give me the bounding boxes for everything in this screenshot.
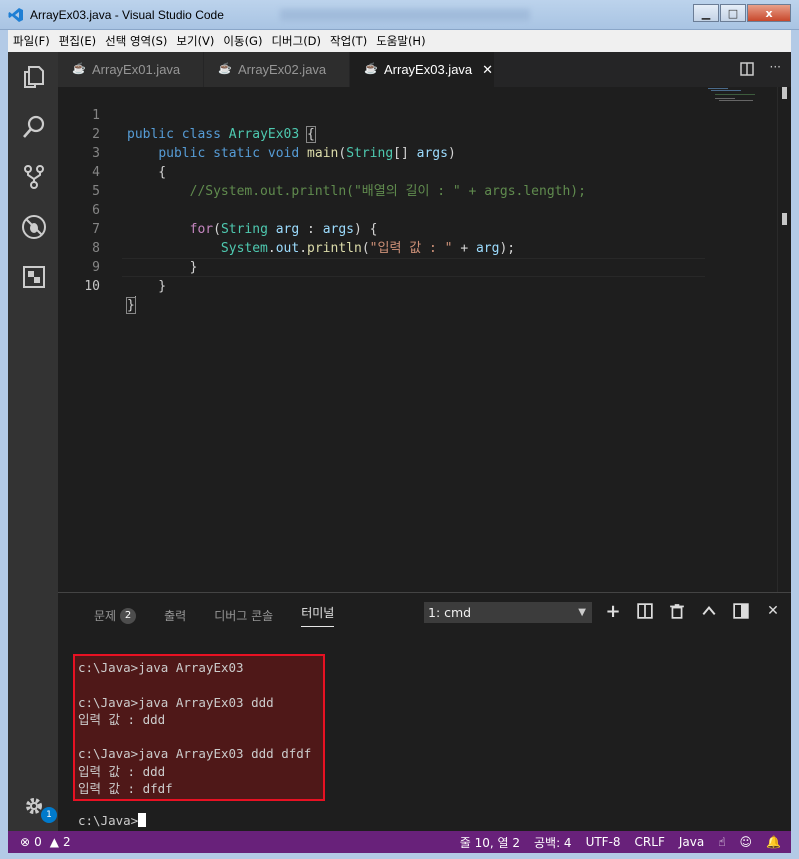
menu-edit[interactable]: 편집(E) xyxy=(54,33,100,49)
tab-arrayex03[interactable]: ☕ ArrayEx03.java ✕ xyxy=(350,52,495,87)
terminal-line: c:\Java>java ArrayEx03 xyxy=(78,660,244,675)
tab-label: 터미널 xyxy=(301,606,335,620)
title-bar: ArrayEx03.java - Visual Studio Code ▁ □ … xyxy=(0,0,799,30)
code-line-9: } xyxy=(127,279,167,294)
explorer-icon[interactable] xyxy=(21,64,47,90)
chevron-up-icon[interactable] xyxy=(701,603,717,619)
bottom-panel: 문제 2 출력 디버그 콘솔 터미널 1: cmd ▼ + ✕ c:\Java>… xyxy=(58,592,791,831)
terminal-select-value: 1: cmd xyxy=(428,605,472,620)
tab-terminal[interactable]: 터미널 xyxy=(301,604,335,627)
vscode-logo-icon xyxy=(8,8,23,22)
close-window-button[interactable]: x xyxy=(747,4,791,22)
tab-arrayex01[interactable]: ☕ ArrayEx01.java xyxy=(58,52,204,87)
error-count: 0 xyxy=(34,835,42,849)
trash-icon[interactable] xyxy=(669,603,685,619)
minimap[interactable] xyxy=(707,87,767,107)
extensions-icon[interactable] xyxy=(21,264,47,290)
split-editor-icon[interactable] xyxy=(739,62,754,76)
code-line-6: for(String arg : args) { xyxy=(189,222,378,237)
new-terminal-icon[interactable]: + xyxy=(605,601,621,622)
status-bar: ⊗ 0 ▲ 2 줄 10, 열 2 공백: 4 UTF-8 CRLF Java … xyxy=(8,831,791,853)
window-frame-right xyxy=(791,52,799,859)
window-frame-left xyxy=(0,52,8,859)
code-editor[interactable]: 1 public class ArrayEx03 { 2 public stat… xyxy=(58,87,791,592)
warning-count: 2 xyxy=(62,835,71,849)
debug-icon[interactable] xyxy=(21,214,47,240)
menu-debug[interactable]: 디버그(D) xyxy=(266,33,325,49)
maximize-button[interactable]: □ xyxy=(720,4,746,22)
tab-label: 문제 xyxy=(94,609,117,623)
close-tab-icon[interactable]: ✕ xyxy=(482,62,493,78)
error-icon: ⊗ xyxy=(20,835,31,849)
menu-view[interactable]: 보기(V) xyxy=(171,33,218,49)
tab-debug-console[interactable]: 디버그 콘솔 xyxy=(214,604,273,627)
terminal-output: c:\Java>java ArrayEx03 c:\Java>java Arra… xyxy=(78,659,311,797)
line-ending[interactable]: CRLF xyxy=(635,835,665,849)
java-icon: ☕ xyxy=(218,62,232,75)
prompt-text: c:\Java> xyxy=(78,813,139,828)
java-icon: ☕ xyxy=(364,62,378,75)
thumbs-up-icon[interactable]: ☝ xyxy=(718,835,725,849)
java-icon: ☕ xyxy=(72,62,86,75)
tab-label: 디버그 콘솔 xyxy=(214,609,274,623)
menu-tasks[interactable]: 작업(T) xyxy=(325,33,371,49)
minimize-button[interactable]: ▁ xyxy=(693,4,719,22)
tab-arrayex02[interactable]: ☕ ArrayEx02.java xyxy=(204,52,350,87)
tab-label: ArrayEx03.java xyxy=(384,62,473,77)
source-control-icon[interactable] xyxy=(21,164,47,190)
window-title: ArrayEx03.java - Visual Studio Code xyxy=(30,8,224,22)
more-actions-icon[interactable]: ··· xyxy=(770,61,781,76)
tab-problems[interactable]: 문제 2 xyxy=(94,604,137,627)
encoding[interactable]: UTF-8 xyxy=(586,835,621,849)
search-icon[interactable] xyxy=(21,114,47,140)
tab-label: 출력 xyxy=(164,609,187,623)
terminal-line: 입력 값 : dfdf xyxy=(78,781,173,797)
menu-bar: 파일(F) 편집(E) 선택 영역(S) 보기(V) 이동(G) 디버그(D) … xyxy=(0,30,799,52)
redacted-area xyxy=(280,9,530,21)
menu-go[interactable]: 이동(G) xyxy=(218,33,266,49)
language-mode[interactable]: Java xyxy=(679,835,704,849)
tab-label: ArrayEx01.java xyxy=(92,62,181,77)
activity-bar: 1 xyxy=(8,52,58,831)
indentation[interactable]: 공백: 4 xyxy=(534,834,572,851)
code-line-8: } xyxy=(127,260,198,275)
chevron-down-icon: ▼ xyxy=(578,607,586,618)
editor-scrollbar[interactable] xyxy=(777,87,791,592)
tab-output[interactable]: 출력 xyxy=(164,604,186,627)
terminal-line: 입력 값 : ddd xyxy=(78,763,166,779)
terminal-line: c:\Java>java ArrayEx03 ddd dfdf xyxy=(78,746,312,762)
tab-label: ArrayEx02.java xyxy=(238,62,327,77)
menu-help[interactable]: 도움말(H) xyxy=(371,33,429,49)
cursor-position[interactable]: 줄 10, 열 2 xyxy=(460,834,520,851)
terminal-line: 입력 값 : ddd xyxy=(78,711,166,727)
editor-tabs: ☕ ArrayEx01.java ☕ ArrayEx02.java ☕ Arra… xyxy=(58,52,791,87)
close-panel-icon[interactable]: ✕ xyxy=(765,603,781,619)
settings-badge: 1 xyxy=(41,807,57,823)
code-line-2: public static void main(String[] args) xyxy=(158,146,456,161)
code-line-3: { xyxy=(127,165,167,180)
split-terminal-icon[interactable] xyxy=(637,603,653,619)
terminal-cursor xyxy=(138,813,147,827)
maximize-panel-icon[interactable] xyxy=(733,603,749,619)
problems-indicator[interactable]: ⊗ 0 ▲ 2 xyxy=(20,835,71,849)
smiley-feedback-icon[interactable]: ☺ xyxy=(740,835,753,849)
code-line-7: System.out.println("입력 값 : " + arg); xyxy=(220,241,516,256)
problems-count-badge: 2 xyxy=(120,607,137,624)
menu-selection[interactable]: 선택 영역(S) xyxy=(100,33,171,49)
code-line-4: //System.out.println("배열의 길이 : " + args.… xyxy=(127,184,586,199)
bell-icon[interactable]: 🔔 xyxy=(766,835,781,849)
menu-file[interactable]: 파일(F) xyxy=(8,33,54,49)
terminal-select[interactable]: 1: cmd ▼ xyxy=(424,602,592,623)
terminal-line: c:\Java>java ArrayEx03 ddd xyxy=(78,694,274,710)
terminal-prompt[interactable]: c:\Java> xyxy=(78,813,147,828)
code-line-1: public class ArrayEx03 { xyxy=(127,126,316,143)
line-number: 10 xyxy=(84,279,100,294)
code-line-10: } xyxy=(126,296,136,314)
warning-icon: ▲ xyxy=(49,835,59,849)
current-line-highlight xyxy=(122,258,705,277)
window-frame-bottom xyxy=(0,853,799,859)
